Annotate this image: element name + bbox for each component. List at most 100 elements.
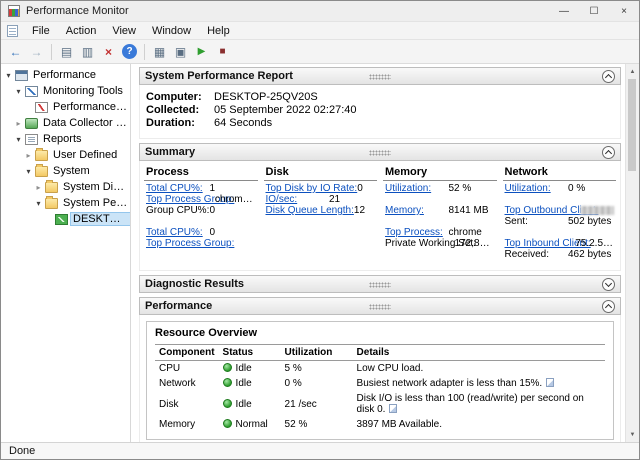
summary-link[interactable]: Memory: <box>385 205 449 216</box>
component-cell: CPU <box>155 361 219 377</box>
menu-action[interactable]: Action <box>58 24 105 38</box>
summary-link[interactable]: Top Process Group: <box>146 194 215 205</box>
resource-row-memory: Memory Normal 52 % 3897 MB Available. <box>155 417 605 432</box>
menu-view[interactable]: View <box>104 24 144 38</box>
section-title: Performance <box>145 300 212 312</box>
summary-value: 462 bytes <box>568 249 611 260</box>
show-console-tree-icon[interactable]: ▤ <box>57 42 76 61</box>
summary-value: chrome.exe <box>215 194 256 205</box>
expanded-chevron-icon[interactable]: ▾ <box>23 167 34 176</box>
summary-link[interactable]: Top Process: <box>385 227 449 238</box>
section-header[interactable]: Diagnostic Results <box>139 275 621 293</box>
stop-data-collector-icon[interactable]: ■ <box>213 42 232 61</box>
tree-item-data-collector-sets[interactable]: ▸ Data Collector Sets <box>1 115 130 131</box>
section-header[interactable]: Performance <box>139 297 621 315</box>
scrollbar-thumb[interactable] <box>628 79 636 171</box>
summary-link[interactable]: Top Process Group: <box>146 238 234 249</box>
column-header: Details <box>353 345 605 361</box>
status-cell: Idle <box>219 376 281 391</box>
info-label: Duration: <box>146 117 214 130</box>
summary-value: 8141 MB <box>449 205 489 216</box>
summary-value: 0 <box>210 205 216 216</box>
user-defined-folder-icon <box>35 150 48 161</box>
tree-item-system-diagnostics[interactable]: ▸ System Diagnostics <box>1 179 130 195</box>
utilization-cell: 21 /sec <box>281 391 353 417</box>
menu-window[interactable]: Window <box>144 24 199 38</box>
status-text: Idle <box>236 399 252 410</box>
summary-link[interactable]: Utilization: <box>385 183 449 194</box>
menu-file[interactable]: File <box>24 24 58 38</box>
expanded-chevron-icon[interactable]: ▾ <box>13 87 24 96</box>
menu-help[interactable]: Help <box>199 24 238 38</box>
delete-icon[interactable]: × <box>99 42 118 61</box>
tree-item-performance[interactable]: ▾ Performance <box>1 67 130 83</box>
section-title: Diagnostic Results <box>145 278 244 290</box>
summary-column-network: Network Utilization:0 % Top Outbound Cli… <box>503 165 617 260</box>
info-value: 05 September 2022 02:27:40 <box>214 104 357 117</box>
forward-icon[interactable]: → <box>27 42 46 61</box>
minimize-button-icon[interactable]: — <box>549 1 579 21</box>
summary-link[interactable]: Disk Queue Length: <box>266 205 354 216</box>
status-text: Idle <box>236 378 252 389</box>
expanded-chevron-icon[interactable]: ▾ <box>13 135 24 144</box>
scroll-down-icon[interactable]: ▼ <box>626 428 639 441</box>
summary-value: 1 <box>210 183 216 194</box>
start-data-collector-icon[interactable]: ▶ <box>192 42 211 61</box>
tree-item-system[interactable]: ▾ System <box>1 163 130 179</box>
details-note-icon[interactable] <box>389 404 397 413</box>
new-window-icon[interactable]: ▣ <box>171 42 190 61</box>
vertical-scrollbar[interactable]: ▲ ▼ <box>625 64 639 442</box>
summary-link[interactable]: IO/sec: <box>266 194 330 205</box>
tree-item-monitoring-tools[interactable]: ▾ Monitoring Tools <box>1 83 130 99</box>
details-cell: Low CPU load. <box>353 361 605 377</box>
collapsed-chevron-icon[interactable]: ▸ <box>33 183 44 192</box>
summary-link[interactable]: Top Disk by IO Rate: <box>266 183 358 194</box>
console-window-icon[interactable]: ▦ <box>150 42 169 61</box>
tree-item-label: Performance <box>31 69 98 81</box>
summary-link[interactable]: Utilization: <box>505 183 569 194</box>
section-header[interactable]: Summary <box>139 143 621 161</box>
utilization-cell: 0 % <box>281 376 353 391</box>
info-row: Computer: DESKTOP-25QV20S <box>146 91 614 104</box>
status-text: Done <box>9 445 35 457</box>
summary-link[interactable]: Total CPU%: <box>146 183 210 194</box>
collapse-button[interactable] <box>602 70 615 83</box>
tree-item-system-performance[interactable]: ▾ System Performanc <box>1 195 130 211</box>
tree-item-performance-monitor[interactable]: Performance Monitor <box>1 99 130 115</box>
tree-item-label: Performance Monitor <box>51 101 130 113</box>
details-note-icon[interactable] <box>546 378 554 387</box>
help-icon[interactable]: ? <box>122 44 137 59</box>
collapse-button[interactable] <box>602 146 615 159</box>
summary-link[interactable]: Top Outbound Client: <box>505 205 581 216</box>
collapsed-chevron-icon[interactable]: ▸ <box>23 151 34 160</box>
tree-item-user-defined[interactable]: ▸ User Defined <box>1 147 130 163</box>
close-button-icon[interactable]: × <box>609 1 639 21</box>
performance-monitor-icon <box>35 102 48 113</box>
back-icon[interactable]: ← <box>6 42 25 61</box>
collapsed-chevron-icon[interactable]: ▸ <box>13 119 24 128</box>
collapse-button[interactable] <box>602 300 615 313</box>
section-header[interactable]: System Performance Report <box>139 67 621 85</box>
summary-link[interactable]: Total CPU%: <box>146 227 210 238</box>
summary-link[interactable]: Top Inbound Client: <box>505 238 576 249</box>
scroll-up-icon[interactable]: ▲ <box>626 65 639 78</box>
tree-item-reports[interactable]: ▾ Reports <box>1 131 130 147</box>
window-controls: — ☐ × <box>549 1 639 21</box>
expand-button[interactable] <box>602 278 615 291</box>
expanded-chevron-icon[interactable]: ▾ <box>3 71 14 80</box>
console-tree: ▾ Performance ▾ Monitoring Tools Perform… <box>1 64 131 442</box>
status-text: Normal <box>236 419 268 430</box>
export-list-icon[interactable]: ▥ <box>78 42 97 61</box>
summary-spacer-row <box>144 216 258 227</box>
tree-item-label: Data Collector Sets <box>41 117 130 129</box>
maximize-button-icon[interactable]: ☐ <box>579 1 609 21</box>
info-label: Collected: <box>146 104 214 117</box>
toolbar-separator <box>144 44 145 60</box>
tree-item-desktop-report[interactable]: DESKTOP-25QV... <box>1 211 130 227</box>
summary-value: 52 % <box>449 183 472 194</box>
status-cell: Idle <box>219 361 281 377</box>
chevron-up-icon <box>605 150 612 157</box>
section-title: System Performance Report <box>145 70 293 82</box>
summary-value: 0 % <box>568 183 585 194</box>
expanded-chevron-icon[interactable]: ▾ <box>33 199 44 208</box>
